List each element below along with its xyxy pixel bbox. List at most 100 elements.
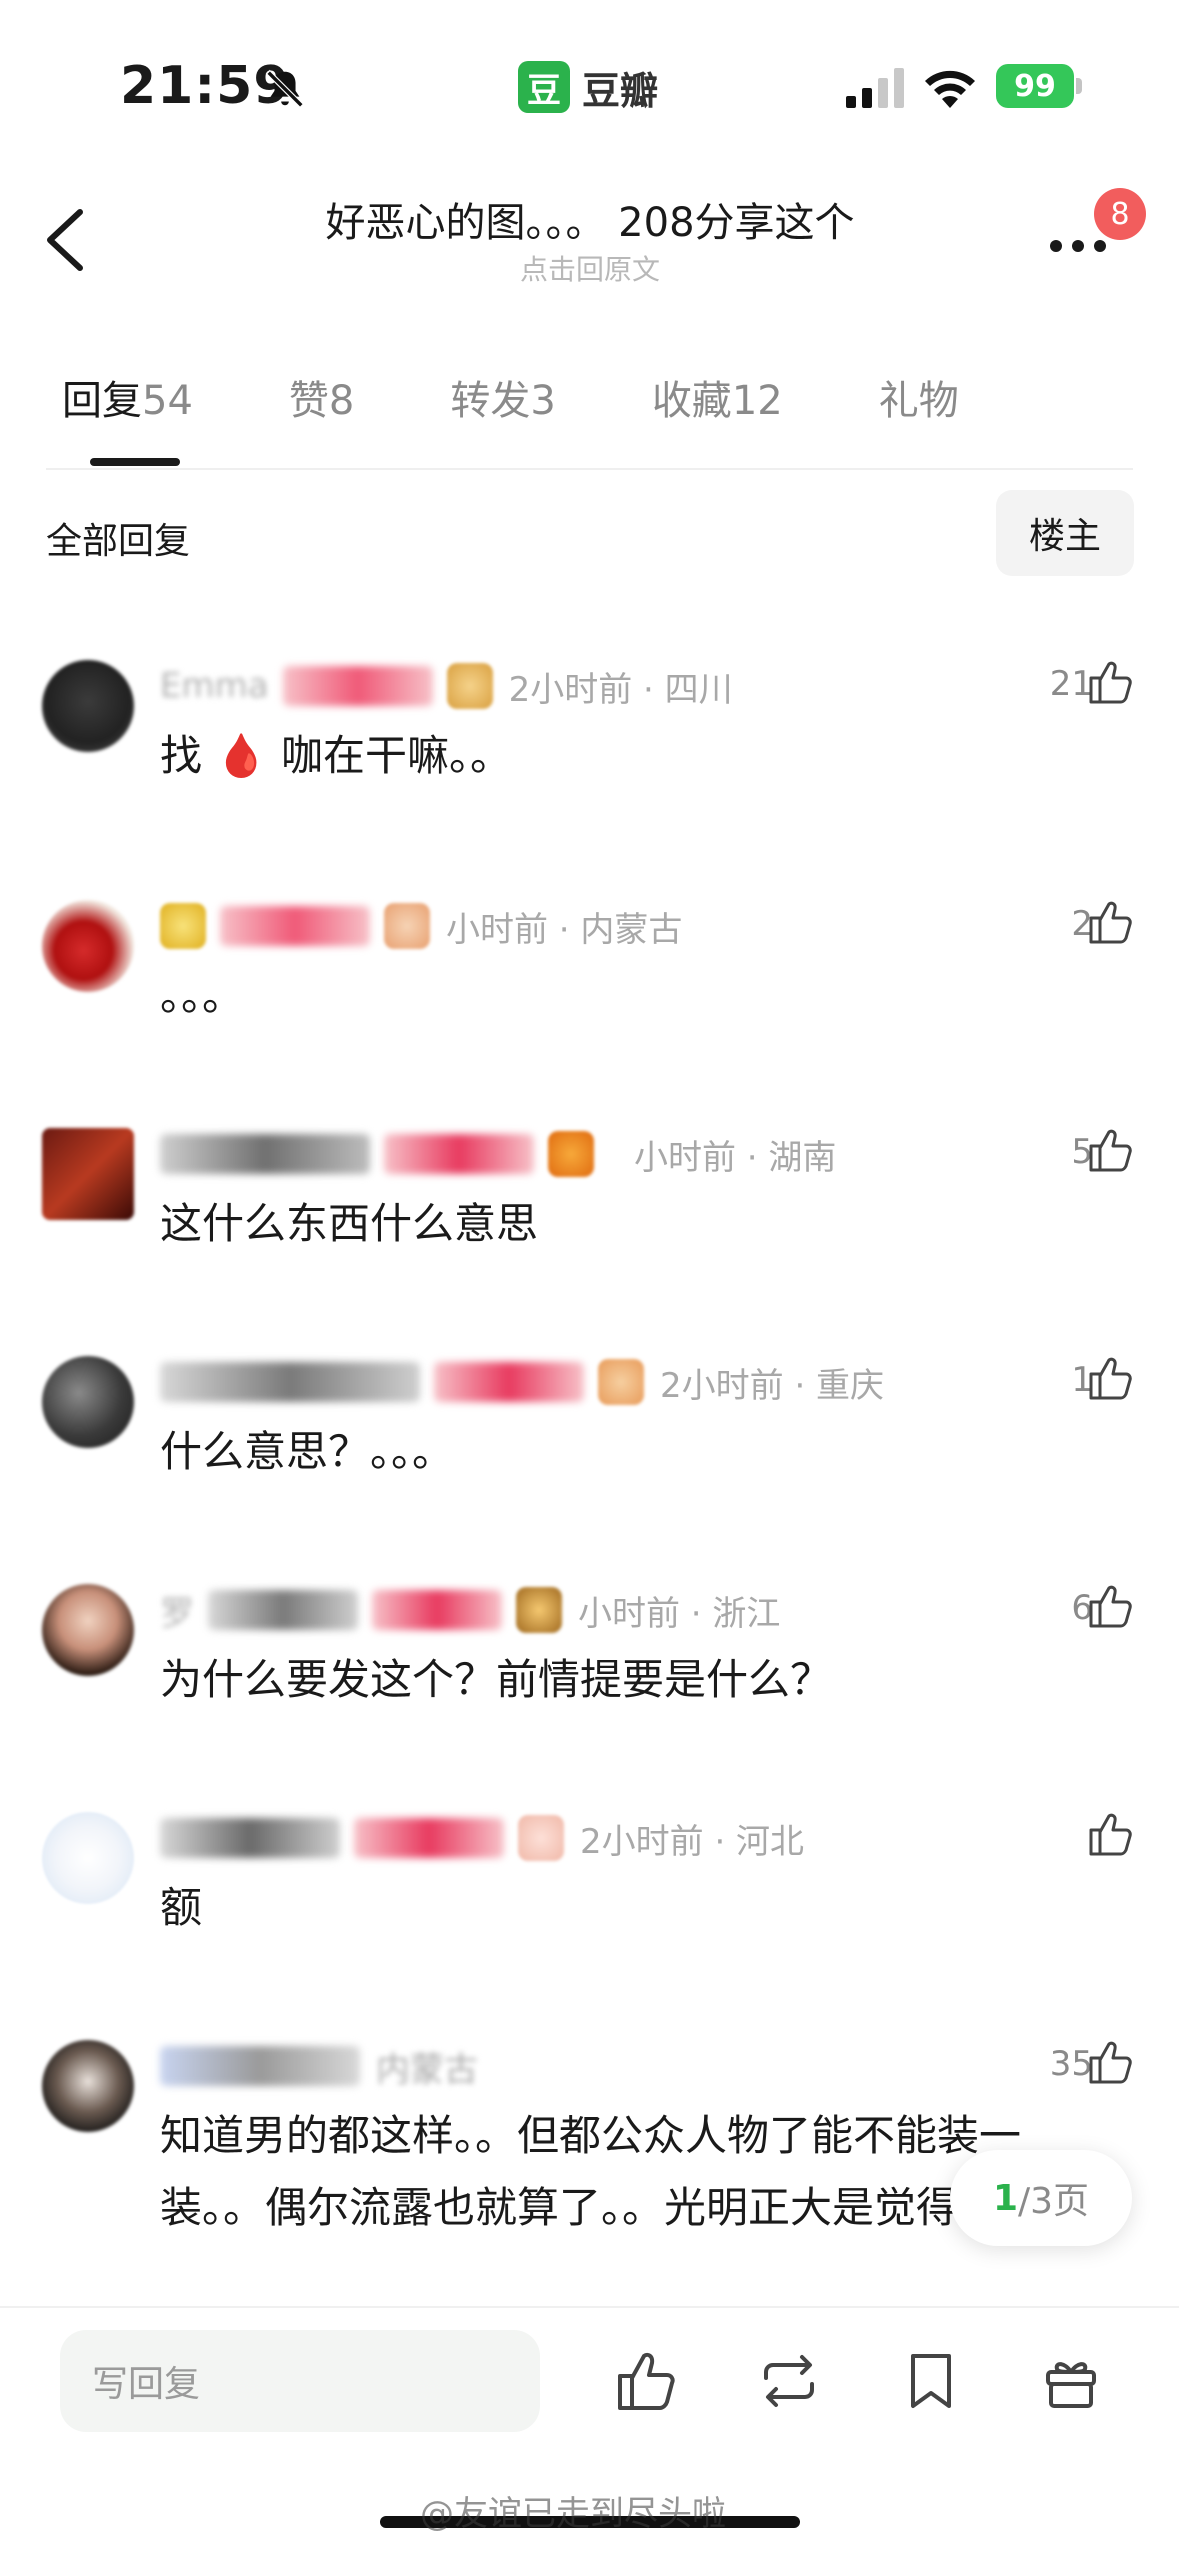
avatar[interactable] [42,1584,134,1676]
avatar[interactable] [42,2040,134,2132]
comment-text: 额 [160,1883,203,1932]
status-app-indicator: 豆 豆瓣 [518,60,658,114]
tab-count: 3 [530,378,556,424]
medal-icon [160,903,206,949]
tab-label: 赞 [288,378,329,424]
comment-meta: 罗 小时前 · 浙江 [160,1584,780,1636]
username-blurred[interactable] [160,2046,360,2086]
thumbs-up-icon[interactable] [1085,656,1137,708]
time-location: 2小时前 · 四川 [508,669,733,710]
all-replies-label: 全部回复 [46,521,191,562]
notification-badge: 8 [1094,188,1146,240]
comment-meta: 2小时前 · 河北 [160,1812,804,1864]
tab-bar: 回复54 赞8 转发3 收藏12 礼物 [62,368,1055,438]
battery-cap [1076,78,1082,94]
comment-meta: 2小时前 · 重庆 [160,1356,884,1408]
medal-icon [516,1587,562,1633]
post-title[interactable]: 好恶心的图。。。 208分享这个 [200,190,980,248]
thumbs-up-icon[interactable] [1085,2036,1137,2088]
medal-icon [518,1815,564,1861]
username[interactable]: Emma [160,666,269,706]
reply-input[interactable]: 写回复 [60,2330,540,2432]
username-blurred[interactable] [160,1362,420,1402]
thumbs-up-icon[interactable] [1085,1580,1137,1632]
avatar[interactable] [42,1812,134,1904]
comment-text: 。。。 [160,971,245,1020]
member-badge [372,1590,502,1630]
time-location: 2小时前 · 重庆 [660,1365,885,1406]
weibo-watermark: @友谊已走到尽头啦 [420,2494,726,2534]
avatar[interactable] [42,1128,134,1220]
username[interactable]: 罗 [160,1586,194,1635]
tab-replies[interactable]: 回复54 [62,368,193,438]
battery-icon: 99 [996,64,1074,108]
tab-count: 12 [731,378,783,424]
wifi-icon [925,70,975,108]
gift-icon[interactable] [1036,2346,1106,2416]
tab-likes[interactable]: 赞8 [289,368,354,438]
tab-label: 礼物 [878,378,959,424]
bell-muted-icon [265,69,305,109]
comment-item: Emma 2小时前 · 四川 21 找 🩸 咖在干嘛。。 [0,660,1179,870]
avatar[interactable] [42,1356,134,1448]
tab-label: 转发 [450,378,531,424]
time-location: 小时前 · 浙江 [578,1593,781,1634]
member-badge [384,1134,534,1174]
status-bar: 21:59 豆 豆瓣 99 [0,0,1179,160]
tab-reshares[interactable]: 转发3 [450,368,555,438]
comment-item: 罗 小时前 · 浙江 6 为什么要发这个？前情提要是什么？ [0,1584,1179,1794]
page-indicator[interactable]: 1/3页 [950,2150,1132,2246]
comment-text: 为什么要发这个？前情提要是什么？ [160,1655,833,1704]
bottom-action-bar: 写回复 @友谊已走到尽头啦 [0,2306,1179,2556]
tab-label: 收藏 [651,378,732,424]
comment-item: 小时前 · 内蒙古 2 。。。 [0,900,1179,1110]
comment-item: 2小时前 · 重庆 1 什么意思？。。。 [0,1356,1179,1566]
comment-text: 找 🩸 咖在干嘛。。 [160,731,512,780]
comment-item: 小时前 · 湖南 5 这什么东西什么意思 [0,1128,1179,1338]
member-badge [434,1362,584,1402]
tab-count: 8 [328,378,355,424]
tab-collections[interactable]: 收藏12 [652,368,783,438]
member-badge [282,666,433,706]
page-total: /3页 [1018,2181,1090,2222]
divider [46,468,1133,470]
tab-gifts[interactable]: 礼物 [879,368,959,438]
active-tab-indicator [90,458,180,466]
thumbs-up-icon[interactable] [1085,1124,1137,1176]
medal-icon [446,663,493,709]
member-badge [220,906,370,946]
tab-label: 回复 [62,378,142,424]
tab-count: 54 [142,378,193,424]
op-only-button[interactable]: 楼主 [996,490,1134,576]
comment-meta: 小时前 · 内蒙古 [160,900,682,952]
medal-icon [548,1131,594,1177]
cellular-signal-icon [846,68,904,108]
time-location: 2小时前 · 河北 [580,1821,805,1862]
time-location: 小时前 · 湖南 [634,1137,837,1178]
back-to-original-link[interactable]: 点击回原文 [200,248,980,288]
comment-text: 什么意思？。。。 [160,1427,455,1476]
comment-meta: 小时前 · 湖南 [160,1128,836,1180]
comment-text: 这什么东西什么意思 [160,1199,539,1248]
username-blurred [208,1590,358,1630]
avatar[interactable] [42,900,134,992]
status-app-name: 豆瓣 [582,68,659,113]
username-blurred[interactable] [160,1818,340,1858]
comment-item: 2小时前 · 河北 额 [0,1812,1179,2022]
back-chevron-icon[interactable] [36,200,96,280]
medal-icon [384,903,430,949]
medal-icon [598,1359,644,1405]
thumbs-up-icon[interactable] [1085,896,1137,948]
comment-meta: 内蒙古 [160,2040,478,2092]
avatar[interactable] [42,660,134,752]
thumbs-up-icon[interactable] [1085,1352,1137,1404]
time-location: 内蒙古 [376,2049,478,2090]
time-location: 小时前 · 内蒙古 [446,909,683,950]
username-blurred[interactable] [160,1134,370,1174]
douban-logo-icon: 豆 [518,61,570,113]
thumbs-up-icon[interactable] [1085,1808,1137,1860]
bookmark-icon[interactable] [896,2346,966,2416]
current-page: 1 [992,2177,1018,2219]
reshare-icon[interactable] [754,2346,824,2416]
like-icon[interactable] [612,2346,682,2416]
